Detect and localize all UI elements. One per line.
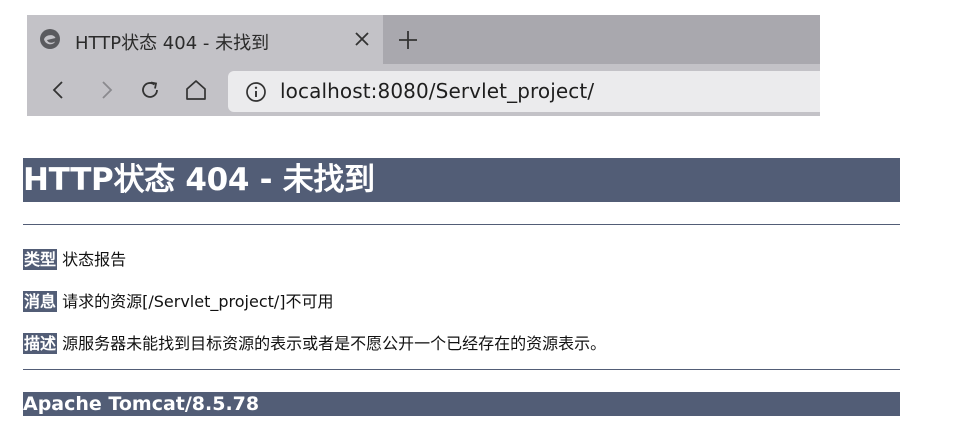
tab-title: HTTP状态 404 - 未找到 [75, 33, 270, 54]
chevron-right-icon[interactable] [94, 78, 118, 102]
tab-strip: HTTP状态 404 - 未找到 [27, 15, 820, 64]
type-value: 状态报告 [62, 250, 127, 269]
info-icon[interactable] [245, 81, 267, 103]
description-row: 描述 源服务器未能找到目标资源的表示或者是不愿公开一个已经存在的资源表示。 [23, 330, 606, 354]
url-text[interactable]: localhost:8080/Servlet_project/ [280, 79, 594, 103]
type-label: 类型 [23, 249, 58, 270]
divider-bottom [23, 369, 900, 370]
server-footer: Apache Tomcat/8.5.78 [23, 392, 900, 416]
description-value: 源服务器未能找到目标资源的表示或者是不愿公开一个已经存在的资源表示。 [62, 334, 607, 353]
page-title: HTTP状态 404 - 未找到 [23, 158, 900, 202]
plus-icon[interactable] [397, 29, 419, 51]
message-label: 消息 [23, 291, 58, 312]
address-bar[interactable]: localhost:8080/Servlet_project/ [228, 71, 820, 112]
divider-top [23, 224, 900, 225]
message-row: 消息 请求的资源[/Servlet_project/]不可用 [23, 288, 334, 312]
close-icon[interactable] [353, 30, 371, 48]
reload-icon[interactable] [138, 78, 162, 102]
description-label: 描述 [23, 333, 58, 354]
chevron-left-icon[interactable] [47, 78, 71, 102]
tab-active[interactable]: HTTP状态 404 - 未找到 [27, 15, 383, 64]
home-icon[interactable] [184, 78, 208, 102]
error-page: HTTP状态 404 - 未找到 类型 状态报告 消息 请求的资源[/Servl… [23, 158, 900, 416]
toolbar: localhost:8080/Servlet_project/ [27, 64, 820, 116]
browser-logo-icon [39, 28, 61, 50]
type-row: 类型 状态报告 [23, 246, 126, 270]
message-value: 请求的资源[/Servlet_project/]不可用 [62, 292, 334, 311]
browser-chrome: HTTP状态 404 - 未找到 localhost:8080/Servlet_… [27, 15, 820, 116]
